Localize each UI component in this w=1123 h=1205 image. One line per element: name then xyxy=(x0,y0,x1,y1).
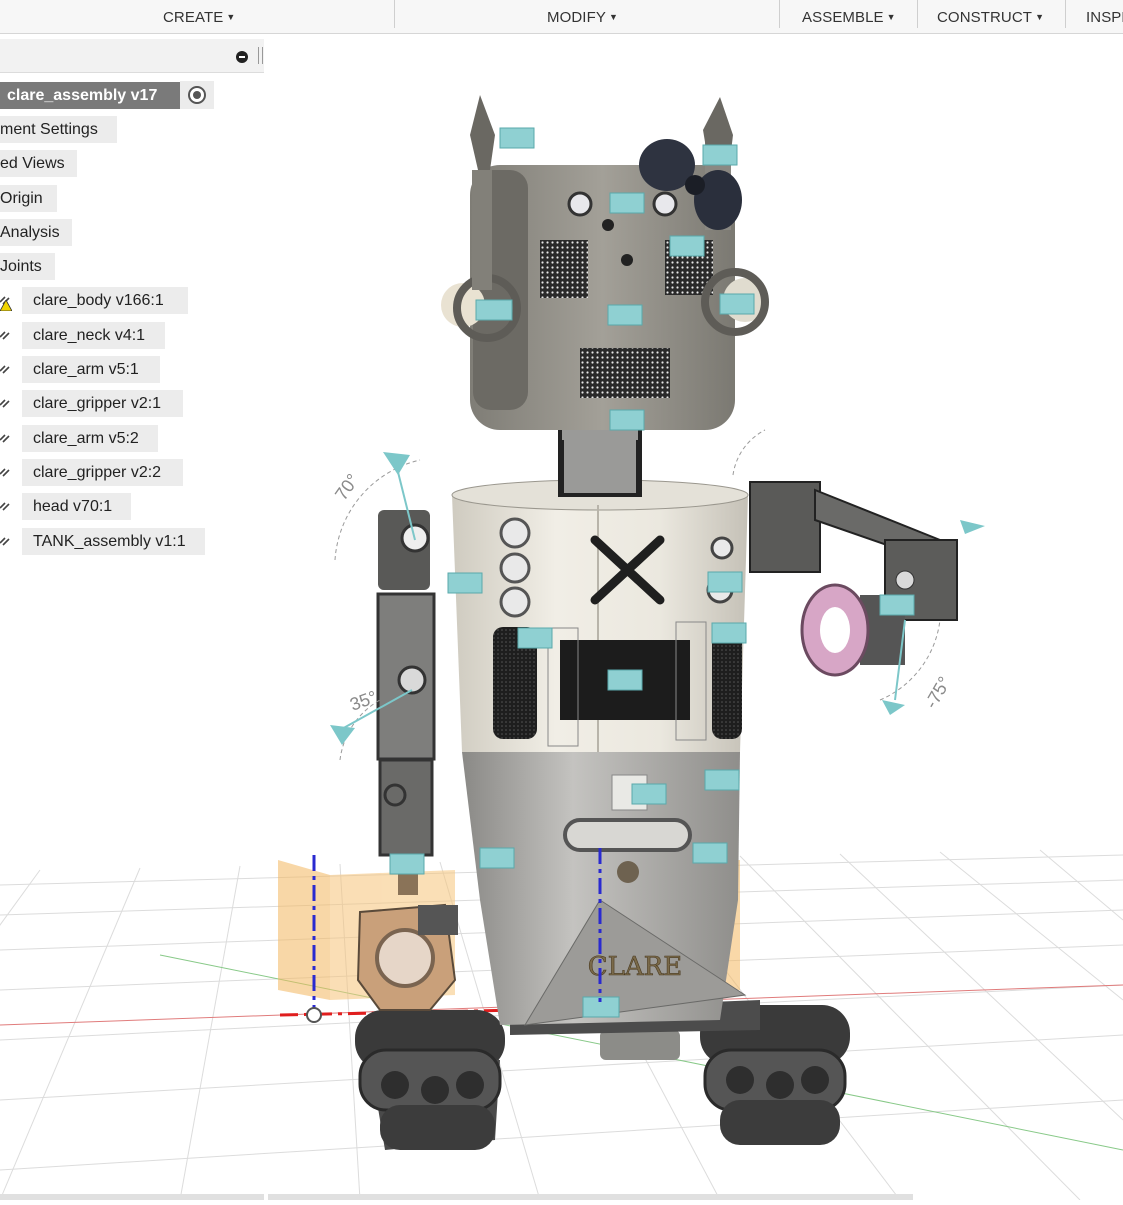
tank-motor xyxy=(600,1030,680,1060)
tree-component-label: clare_arm v5:1 xyxy=(33,361,139,378)
tree-component-row[interactable]: TANK_assembly v1:1 xyxy=(0,528,205,555)
tree-component-label: clare_body v166:1 xyxy=(33,292,164,309)
link-icon xyxy=(0,537,10,546)
create-menu-label: CREATE xyxy=(163,9,224,26)
assemble-menu[interactable]: ASSEMBLE ▼ xyxy=(802,0,896,33)
tree-component-label: clare_gripper v2:1 xyxy=(33,395,162,412)
toolbar: CREATE ▼ MODIFY ▼ ASSEMBLE ▼ CONSTRUCT ▼ INS… xyxy=(0,0,1123,34)
assemble-menu-label: ASSEMBLE xyxy=(802,9,884,26)
toolbar-divider xyxy=(779,0,780,28)
tree-component-label: clare_arm v5:2 xyxy=(33,430,139,447)
body-lower: CLARE xyxy=(462,752,747,1026)
tree-folder-document-settings[interactable]: ment Settings xyxy=(0,116,117,143)
modify-menu-label: MODIFY xyxy=(547,9,606,26)
link-icon xyxy=(0,502,10,511)
tree-root-assembly[interactable]: clare_assembly v17 xyxy=(0,82,180,109)
link-icon xyxy=(0,331,10,340)
tree-component-row[interactable]: clare_arm v5:2 xyxy=(0,425,158,452)
caret-down-icon: ▼ xyxy=(226,12,236,22)
tree-folder-label: ment Settings xyxy=(0,121,98,138)
create-menu[interactable]: CREATE ▼ xyxy=(163,0,235,33)
neck xyxy=(558,418,642,497)
robot-3d-model[interactable]: CLARE 70° 35° -75° xyxy=(0,33,1123,1201)
construct-menu-label: CONSTRUCT xyxy=(937,9,1033,26)
tank-track-left xyxy=(355,1010,505,1150)
link-icon xyxy=(0,399,10,408)
tree-component-label: clare_neck v4:1 xyxy=(33,327,146,344)
modify-menu[interactable]: MODIFY ▼ xyxy=(547,0,618,33)
tree-component-row[interactable]: clare_gripper v2:1 xyxy=(0,390,183,417)
tree-folder-label: Joints xyxy=(0,258,42,275)
construct-menu[interactable]: CONSTRUCT ▼ xyxy=(937,0,1044,33)
link-icon xyxy=(0,468,10,477)
radio-active-icon[interactable] xyxy=(180,81,214,109)
tree-folder-joints[interactable]: Joints xyxy=(0,253,55,280)
body-upper xyxy=(451,479,749,752)
tree-root-label: clare_assembly v17 xyxy=(7,87,158,104)
tree-folder-origin[interactable]: Origin xyxy=(0,185,57,212)
bottom-bar xyxy=(268,1194,913,1200)
tree-folder-label: ed Views xyxy=(0,155,65,172)
tree-folder-analysis[interactable]: Analysis xyxy=(0,219,72,246)
tree-component-row[interactable]: head v70:1 xyxy=(0,493,131,520)
inspect-menu[interactable]: INSPE xyxy=(1086,0,1123,33)
tree-folder-label: Analysis xyxy=(0,224,60,241)
inspect-menu-label: INSPE xyxy=(1086,9,1123,26)
tree-component-row[interactable]: clare_gripper v2:2 xyxy=(0,459,183,486)
tree-folder-named-views[interactable]: ed Views xyxy=(0,150,77,177)
tree-component-row[interactable]: clare_neck v4:1 xyxy=(0,322,165,349)
panel-resize-grip[interactable] xyxy=(258,47,263,64)
warning-icon xyxy=(0,300,12,311)
angle-label-wrist: -75° xyxy=(921,673,955,712)
tree-component-label: TANK_assembly v1:1 xyxy=(33,533,186,550)
tree-component-label: head v70:1 xyxy=(33,498,113,515)
caret-down-icon: ▼ xyxy=(886,12,896,22)
tree-component-label: clare_gripper v2:2 xyxy=(33,464,162,481)
left-arm xyxy=(356,510,458,1011)
caret-down-icon: ▼ xyxy=(1035,12,1045,22)
minus-circle-icon[interactable] xyxy=(236,51,248,63)
right-arm xyxy=(749,481,958,677)
toolbar-divider xyxy=(394,0,395,28)
toolbar-divider xyxy=(917,0,918,28)
toolbar-divider xyxy=(1065,0,1066,28)
origin-point xyxy=(306,1007,322,1023)
left-gripper xyxy=(356,903,458,1011)
right-gripper xyxy=(800,583,870,677)
link-icon xyxy=(0,365,10,374)
canvas-viewport[interactable]: CLARE 70° 35° -75° xyxy=(0,33,1123,1201)
link-icon xyxy=(0,434,10,443)
body-logo: CLARE xyxy=(588,952,683,982)
tree-component-row[interactable]: clare_body v166:1 xyxy=(0,287,188,314)
bottom-bar xyxy=(0,1194,264,1200)
tree-component-row[interactable]: clare_arm v5:1 xyxy=(0,356,160,383)
browser-panel-header xyxy=(0,39,264,73)
caret-down-icon: ▼ xyxy=(608,12,618,22)
tree-folder-label: Origin xyxy=(0,190,43,207)
